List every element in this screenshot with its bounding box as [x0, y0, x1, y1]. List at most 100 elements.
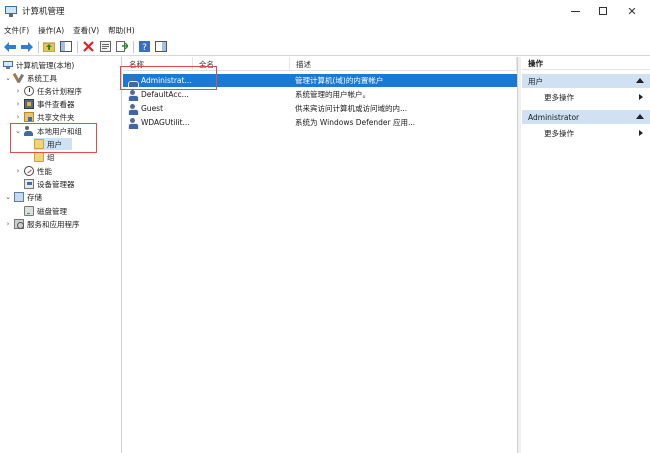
user-name: DefaultAcc... [141, 90, 189, 99]
user-name: Guest [141, 104, 164, 113]
show-hide-tree-icon[interactable] [59, 40, 73, 54]
tree-label: 磁盘管理 [37, 206, 67, 216]
tree-item-disk-management[interactable]: 磁盘管理 [24, 205, 67, 217]
delete-icon[interactable] [81, 40, 95, 54]
user-name: WDAGUtilit... [141, 118, 190, 127]
tree-label: 用户 [47, 139, 62, 149]
tree-item-root[interactable]: 计算机管理(本地) [3, 59, 74, 71]
forward-arrow-icon[interactable] [20, 40, 34, 54]
tree-item-services-apps[interactable]: › 服务和应用程序 [4, 218, 80, 230]
user-icon [128, 103, 139, 115]
toolbar-separator [133, 40, 134, 53]
tree-label: 性能 [37, 166, 52, 176]
chevron-right-icon [639, 94, 643, 100]
more-actions-users[interactable]: 更多操作 [522, 91, 650, 104]
column-label: 名称 [129, 59, 144, 69]
chevron-right-icon[interactable]: › [14, 113, 22, 121]
chevron-down-icon[interactable]: ⌄ [4, 193, 12, 201]
user-icon [128, 89, 139, 101]
user-description: 管理计算机(域)的内置帐户 [295, 76, 384, 85]
chevron-right-icon[interactable]: › [14, 87, 22, 95]
help-icon[interactable]: ? [137, 40, 151, 54]
user-name: Administrat... [141, 76, 192, 85]
export-list-icon[interactable] [115, 40, 129, 54]
title-bar: 计算机管理 [0, 0, 650, 22]
column-header-description[interactable]: 描述 [290, 57, 517, 71]
menu-file[interactable]: 文件(F) [4, 25, 29, 36]
svg-text:?: ? [142, 43, 147, 52]
disk-icon [24, 206, 34, 216]
menu-bar: 文件(F) 操作(A) 查看(V) 帮助(H) [0, 22, 650, 38]
chevron-right-icon[interactable]: › [4, 220, 12, 228]
toolbar: ? [0, 38, 650, 56]
close-button[interactable]: ✕ [617, 0, 647, 22]
close-icon: ✕ [627, 4, 637, 18]
toolbar-separator [77, 40, 78, 53]
up-folder-icon[interactable] [42, 40, 56, 54]
pane-splitter[interactable] [517, 57, 521, 453]
computer-management-icon [5, 5, 17, 17]
table-row[interactable]: Administrat... 管理计算机(域)的内置帐户 [123, 74, 517, 87]
tree-item-local-users-groups[interactable]: ⌄ 本地用户和组 [14, 125, 82, 137]
tree-item-device-manager[interactable]: 设备管理器 [24, 178, 75, 190]
user-description: 系统为 Windows Defender 应用... [295, 118, 416, 127]
tree-label: 计算机管理(本地) [16, 60, 75, 70]
tree-item-event-viewer[interactable]: › 事件查看器 [14, 98, 75, 110]
column-label: 全名 [199, 59, 214, 69]
minimize-button[interactable] [560, 0, 590, 22]
more-actions-administrator[interactable]: 更多操作 [522, 127, 650, 140]
device-manager-icon [24, 179, 34, 189]
column-header-fullname[interactable]: 全名 [193, 57, 290, 71]
column-header-name[interactable]: 名称 [123, 57, 193, 71]
section-label: Administrator [528, 112, 580, 122]
actions-pane: 操作 用户 更多操作 Administrator 更多操作 [522, 57, 650, 453]
tree-item-users[interactable]: 用户 [34, 138, 72, 150]
console-tree: 计算机管理(本地) ⌄ 系统工具 › 任务计划程序 › 事件查看器 › 共享文件… [0, 57, 122, 453]
collapse-up-icon[interactable] [636, 114, 644, 119]
clock-icon [24, 86, 34, 96]
menu-view[interactable]: 查看(V) [73, 25, 99, 36]
table-row[interactable]: WDAGUtilit... 系统为 Windows Defender 应用... [123, 116, 517, 129]
users-group-icon [24, 126, 34, 136]
event-viewer-icon [24, 99, 34, 109]
actions-title: 操作 [522, 57, 650, 70]
show-hide-action-pane-icon[interactable] [154, 40, 168, 54]
actions-section-users[interactable]: 用户 [522, 74, 650, 88]
properties-icon[interactable] [98, 40, 112, 54]
collapse-up-icon[interactable] [636, 78, 644, 83]
chevron-right-icon[interactable]: › [14, 167, 22, 175]
chevron-right-icon [639, 130, 643, 136]
user-description: 系统管理的用户帐户。 [295, 90, 370, 99]
tree-label: 共享文件夹 [37, 112, 75, 122]
action-label: 更多操作 [544, 129, 574, 138]
menu-action[interactable]: 操作(A) [38, 25, 64, 36]
user-icon [128, 75, 139, 87]
user-icon [128, 117, 139, 129]
tree-label: 任务计划程序 [37, 86, 82, 96]
user-description: 供来宾访问计算机或访问域的内... [295, 104, 408, 113]
tree-label: 服务和应用程序 [27, 219, 80, 229]
tree-item-task-scheduler[interactable]: › 任务计划程序 [14, 85, 82, 97]
actions-section-administrator[interactable]: Administrator [522, 110, 650, 124]
folder-icon [34, 139, 44, 149]
tree-item-performance[interactable]: › 性能 [14, 165, 52, 177]
shared-folder-icon [24, 112, 34, 122]
tools-icon [14, 73, 24, 83]
action-label: 更多操作 [544, 93, 574, 102]
table-row[interactable]: DefaultAcc... 系统管理的用户帐户。 [123, 88, 517, 101]
menu-help[interactable]: 帮助(H) [108, 25, 135, 36]
computer-icon [3, 60, 13, 70]
tree-item-storage[interactable]: ⌄ 存储 [4, 191, 42, 203]
chevron-down-icon[interactable]: ⌄ [14, 127, 22, 135]
back-arrow-icon[interactable] [3, 40, 17, 54]
toolbar-separator [38, 40, 39, 53]
table-row[interactable]: Guest 供来宾访问计算机或访问域的内... [123, 102, 517, 115]
folder-icon [34, 152, 44, 162]
tree-item-groups[interactable]: 组 [34, 151, 55, 163]
chevron-down-icon[interactable]: ⌄ [4, 74, 12, 82]
chevron-right-icon[interactable]: › [14, 100, 22, 108]
tree-item-shared-folders[interactable]: › 共享文件夹 [14, 111, 75, 123]
maximize-button[interactable] [588, 0, 618, 22]
window-title: 计算机管理 [22, 7, 65, 17]
tree-item-system-tools[interactable]: ⌄ 系统工具 [4, 72, 57, 84]
